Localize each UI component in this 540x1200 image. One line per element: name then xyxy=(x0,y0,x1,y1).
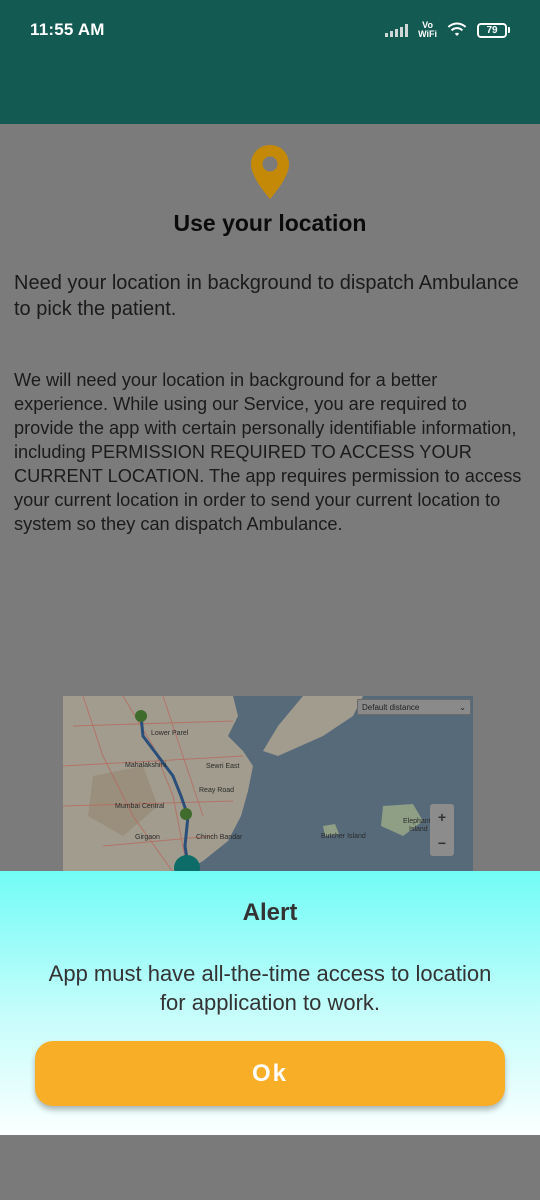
map-label: Butcher Island xyxy=(321,833,366,840)
permission-long-text: We will need your location in background… xyxy=(14,370,522,534)
status-time: 11:55 AM xyxy=(30,20,105,39)
ok-button[interactable]: Ok xyxy=(35,1041,505,1106)
alert-dialog: Alert App must have all-the-time access … xyxy=(0,871,540,1135)
map-background xyxy=(63,696,423,872)
map-label: Chinch Bandar xyxy=(196,834,243,841)
battery-icon: 79 xyxy=(477,22,510,38)
dimmed-bottom-area xyxy=(0,1135,540,1200)
permission-short-text: Need your location in background to disp… xyxy=(14,272,519,320)
status-bar: 11:55 AM Vo WiFi 79 xyxy=(0,0,540,60)
map-label: Sewri East xyxy=(206,763,240,770)
route-map: Default distance ⌄ Lower Parel Mahalaksh… xyxy=(63,696,473,872)
app-bar xyxy=(0,60,540,124)
alert-title: Alert xyxy=(242,899,298,926)
zoom-out-button[interactable]: − xyxy=(438,835,446,851)
chevron-down-icon: ⌄ xyxy=(459,702,466,712)
distance-select-value: Default distance xyxy=(362,702,420,712)
zoom-in-button[interactable]: + xyxy=(438,809,446,825)
distance-select[interactable]: Default distance ⌄ xyxy=(357,699,471,715)
map-label: Lower Parel xyxy=(151,730,189,737)
map-label: Girgaon xyxy=(135,834,160,841)
location-pin-icon xyxy=(251,145,289,199)
permission-title: Use your location xyxy=(173,210,367,236)
vowifi-label-bottom: WiFi xyxy=(418,29,437,39)
map-label: Elephant xyxy=(403,818,431,825)
battery-level: 79 xyxy=(477,22,507,38)
signal-icon xyxy=(385,23,409,37)
map-zoom-control: + − xyxy=(430,804,454,856)
status-icons: Vo WiFi 79 xyxy=(385,21,510,39)
alert-message: App must have all-the-time access to loc… xyxy=(48,961,492,1015)
vowifi-icon: Vo WiFi xyxy=(418,21,437,39)
wifi-icon xyxy=(447,22,467,36)
map-label: Reay Road xyxy=(199,787,235,794)
map-label: Mumbai Central xyxy=(115,803,165,810)
map-label: Mahalakshmi xyxy=(125,762,167,769)
map-label: Island xyxy=(409,826,428,833)
